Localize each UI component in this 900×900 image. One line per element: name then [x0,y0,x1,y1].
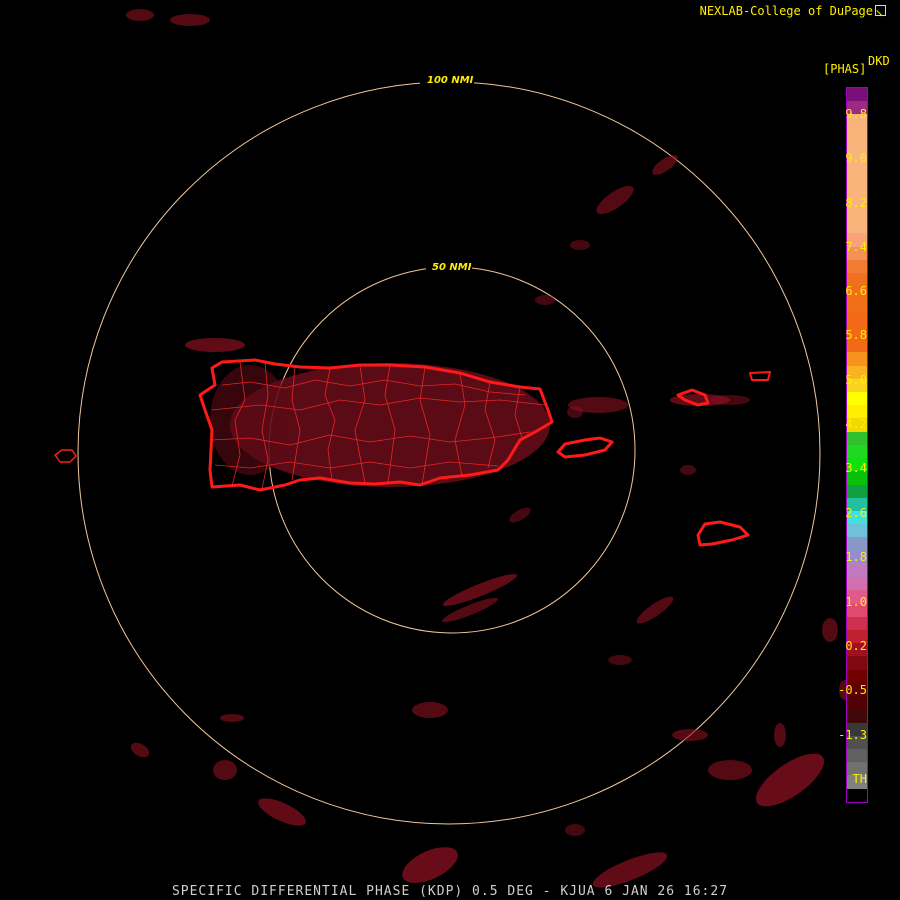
legend-swatch [847,709,867,723]
legend-swatch [847,88,867,102]
units-label: [PHAS] [823,62,867,76]
legend-swatch [847,299,867,313]
legend-swatch [847,696,867,710]
legend-tick-label: 7.4 [845,240,867,254]
legend-swatch [847,669,867,683]
legend-tick-label: TH [852,772,867,786]
legend-tick-label: 1.0 [845,595,867,609]
ring-label-50: 50 NMI [432,262,472,273]
legend-swatch [847,616,867,630]
legend-swatch [847,127,867,141]
legend-swatch [847,167,867,181]
legend-swatch [847,484,867,498]
product-caption: SPECIFIC DIFFERENTIAL PHASE (KDP) 0.5 DE… [171,884,729,899]
legend-tick-label: 5.0 [845,373,867,387]
legend-swatch [847,352,867,366]
legend-swatch [847,537,867,551]
legend-swatch [847,220,867,234]
legend-tick-label: 6.6 [845,284,867,298]
credit-text: NEXLAB-College of DuPage [699,4,873,18]
legend-swatch [847,392,867,406]
ring-label-100: 100 NMI [427,75,474,86]
legend-tick-label: 9.0 [845,151,867,165]
legend-tick-label: 9.8 [845,107,867,121]
legend-swatch [847,312,867,326]
legend-swatch [847,788,867,802]
legend-tick-label: 1.8 [845,550,867,564]
legend-tick-label: 4.2 [845,417,867,431]
legend-swatch [847,180,867,194]
legend-tick-label: 5.8 [845,328,867,342]
legend-swatch [847,563,867,578]
legend-swatch [847,259,867,274]
legend-swatch [847,524,867,538]
legend-swatch [847,431,867,445]
legend-swatch [847,444,867,459]
external-link-icon[interactable] [875,5,886,16]
legend-swatch [847,656,867,670]
legend-tick-label: -0.5 [838,683,867,697]
legend-tick-label: -1.3 [838,728,867,742]
legend-tick-label: 8.2 [845,196,867,210]
legend-tick-label: 3.4 [845,461,867,475]
legend-tick-label: 2.6 [845,506,867,520]
legend-swatch [847,748,867,763]
legend-tick-label: 0.2 [845,639,867,653]
credit-label: NEXLAB-College of DuPage [700,4,886,18]
radar-map: 100 NMI 50 NMI [0,0,900,900]
product-code: DKD [868,54,890,68]
legend-swatch [847,577,867,591]
